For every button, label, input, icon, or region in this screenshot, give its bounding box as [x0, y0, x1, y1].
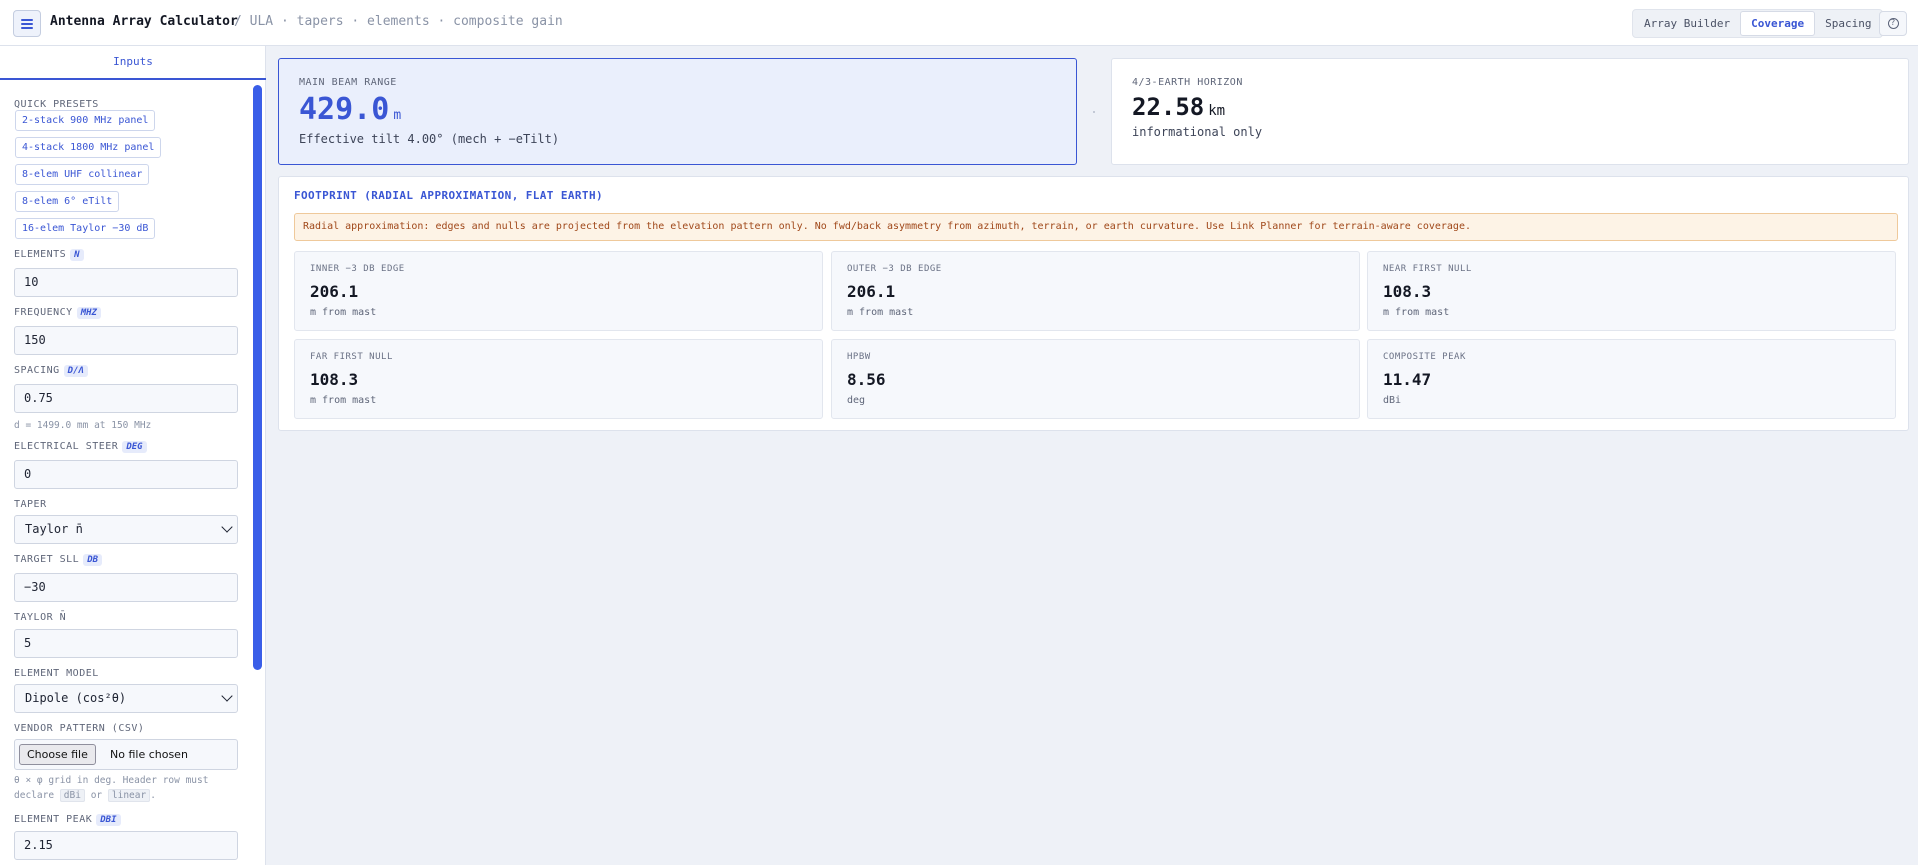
unit-badge: DB: [83, 554, 103, 566]
metric-label: FAR FIRST NULL: [310, 352, 393, 362]
tab-array-builder[interactable]: Array Builder: [1634, 11, 1740, 36]
metric-unit: dBi: [1383, 395, 1402, 406]
main-beam-range-unit: m: [393, 108, 402, 123]
main-beam-range-value-row: 429.0 m: [299, 92, 401, 127]
metric-unit: deg: [847, 395, 866, 406]
metric-label: COMPOSITE PEAK: [1383, 352, 1466, 362]
metric-card: INNER −3 DB EDGE 206.1 m from mast: [294, 251, 823, 331]
unit-badge: N: [70, 249, 84, 261]
metric-card: COMPOSITE PEAK 11.47 dBi: [1367, 339, 1896, 419]
radial-approximation-warning: Radial approximation: edges and nulls ar…: [294, 213, 1898, 241]
metric-value: 206.1: [310, 282, 359, 301]
taylor-n-label: TAYLOR N̄: [14, 612, 67, 623]
quick-presets-label: QUICK PRESETS: [14, 99, 99, 110]
main-beam-range-value: 429.0: [299, 92, 390, 127]
metric-unit: m from mast: [1383, 307, 1450, 318]
vendor-pattern-file-input: Choose file No file chosen: [14, 739, 238, 770]
element-peak-input[interactable]: 2.15: [14, 831, 238, 860]
steer-label: ELECTRICAL STEER DEG: [14, 441, 147, 453]
inputs-sidebar: Inputs QUICK PRESETS 2-stack 900 MHz pan…: [0, 46, 266, 865]
hamburger-menu-button[interactable]: [13, 10, 41, 37]
view-tabs: Array Builder Coverage Spacing: [1632, 9, 1884, 38]
top-bar: Antenna Array Calculator / ULA · tapers …: [0, 0, 1918, 46]
tab-inputs[interactable]: Inputs: [0, 46, 266, 80]
tab-coverage[interactable]: Coverage: [1740, 11, 1816, 36]
horizon-card: 4/3-EARTH HORIZON 22.58 km informational …: [1111, 58, 1909, 165]
spacing-hint: d = 1499.0 mm at 150 MHz: [14, 420, 152, 431]
preset-button[interactable]: 4-stack 1800 MHz panel: [15, 137, 162, 158]
preset-button[interactable]: 8-elem UHF collinear: [15, 164, 150, 185]
horizon-value-row: 22.58 km: [1132, 93, 1225, 121]
unit-badge: MHZ: [76, 307, 101, 319]
sidebar-content: QUICK PRESETS 2-stack 900 MHz panel 4-st…: [0, 82, 266, 865]
vendor-pattern-hint: θ × φ grid in deg. Header row must decla…: [14, 775, 209, 802]
vendor-pattern-label: VENDOR PATTERN (CSV): [14, 723, 145, 734]
taper-select[interactable]: Taylor n̄: [14, 515, 238, 544]
metric-label: NEAR FIRST NULL: [1383, 264, 1472, 274]
metric-value: 108.3: [310, 370, 359, 389]
tab-spacing[interactable]: Spacing: [1815, 11, 1881, 36]
preset-button[interactable]: 16-elem Taylor −30 dB: [15, 218, 156, 239]
unit-badge: D/Λ: [63, 365, 88, 377]
app-title: Antenna Array Calculator: [50, 14, 238, 29]
element-model-select[interactable]: Dipole (cos²θ): [14, 684, 238, 713]
footprint-title: FOOTPRINT (RADIAL APPROXIMATION, FLAT EA…: [294, 189, 603, 202]
main-beam-range-card: MAIN BEAM RANGE 429.0 m Effective tilt 4.…: [278, 58, 1077, 165]
separator-dot: [1093, 111, 1095, 113]
target-sll-label: TARGET SLL DB: [14, 554, 103, 566]
footprint-card: FOOTPRINT (RADIAL APPROXIMATION, FLAT EA…: [278, 176, 1909, 431]
main-beam-range-label: MAIN BEAM RANGE: [299, 77, 397, 88]
frequency-input[interactable]: 150: [14, 326, 238, 355]
metric-unit: m from mast: [847, 307, 914, 318]
target-sll-input[interactable]: −30: [14, 573, 238, 602]
horizon-value: 22.58: [1132, 93, 1205, 121]
elements-input[interactable]: 10: [14, 268, 238, 297]
hamburger-menu-icon: [21, 18, 33, 29]
preset-button[interactable]: 2-stack 900 MHz panel: [15, 110, 156, 131]
chevron-down-icon: [221, 521, 233, 533]
spacing-input[interactable]: 0.75: [14, 384, 238, 413]
help-button[interactable]: ?: [1879, 11, 1907, 36]
spacing-label: SPACING D/Λ: [14, 365, 88, 377]
metric-value: 206.1: [847, 282, 896, 301]
metric-card: NEAR FIRST NULL 108.3 m from mast: [1367, 251, 1896, 331]
metric-card: FAR FIRST NULL 108.3 m from mast: [294, 339, 823, 419]
unit-badge: DEG: [122, 441, 147, 453]
metric-value: 8.56: [847, 370, 886, 389]
horizon-label: 4/3-EARTH HORIZON: [1132, 77, 1243, 88]
metric-unit: m from mast: [310, 307, 377, 318]
unit-badge: DBI: [96, 814, 121, 826]
metric-value: 108.3: [1383, 282, 1432, 301]
taper-label: TAPER: [14, 499, 47, 510]
metric-card: HPBW 8.56 deg: [831, 339, 1360, 419]
metric-value: 11.47: [1383, 370, 1432, 389]
metric-label: OUTER −3 DB EDGE: [847, 264, 942, 274]
element-model-label: ELEMENT MODEL: [14, 668, 99, 679]
metric-unit: m from mast: [310, 395, 377, 406]
preset-button[interactable]: 8-elem 6° eTilt: [15, 191, 120, 212]
horizon-unit: km: [1208, 103, 1226, 119]
metric-card: OUTER −3 DB EDGE 206.1 m from mast: [831, 251, 1360, 331]
elements-label: ELEMENTS N: [14, 249, 84, 261]
help-icon: ?: [1887, 18, 1899, 29]
metric-label: INNER −3 DB EDGE: [310, 264, 405, 274]
taylor-n-input[interactable]: 5: [14, 629, 238, 658]
element-peak-label: ELEMENT PEAK DBI: [14, 814, 121, 826]
effective-tilt-text: Effective tilt 4.00° (mech + −eTilt): [299, 132, 560, 146]
metric-label: HPBW: [847, 352, 871, 362]
choose-file-button[interactable]: Choose file: [19, 744, 96, 765]
horizon-subtext: informational only: [1132, 125, 1263, 139]
steer-input[interactable]: 0: [14, 460, 238, 489]
file-status: No file chosen: [110, 748, 188, 761]
breadcrumb: / ULA · tapers · elements · composite ga…: [234, 14, 563, 29]
chevron-down-icon: [221, 690, 233, 702]
frequency-label: FREQUENCY MHZ: [14, 307, 101, 319]
